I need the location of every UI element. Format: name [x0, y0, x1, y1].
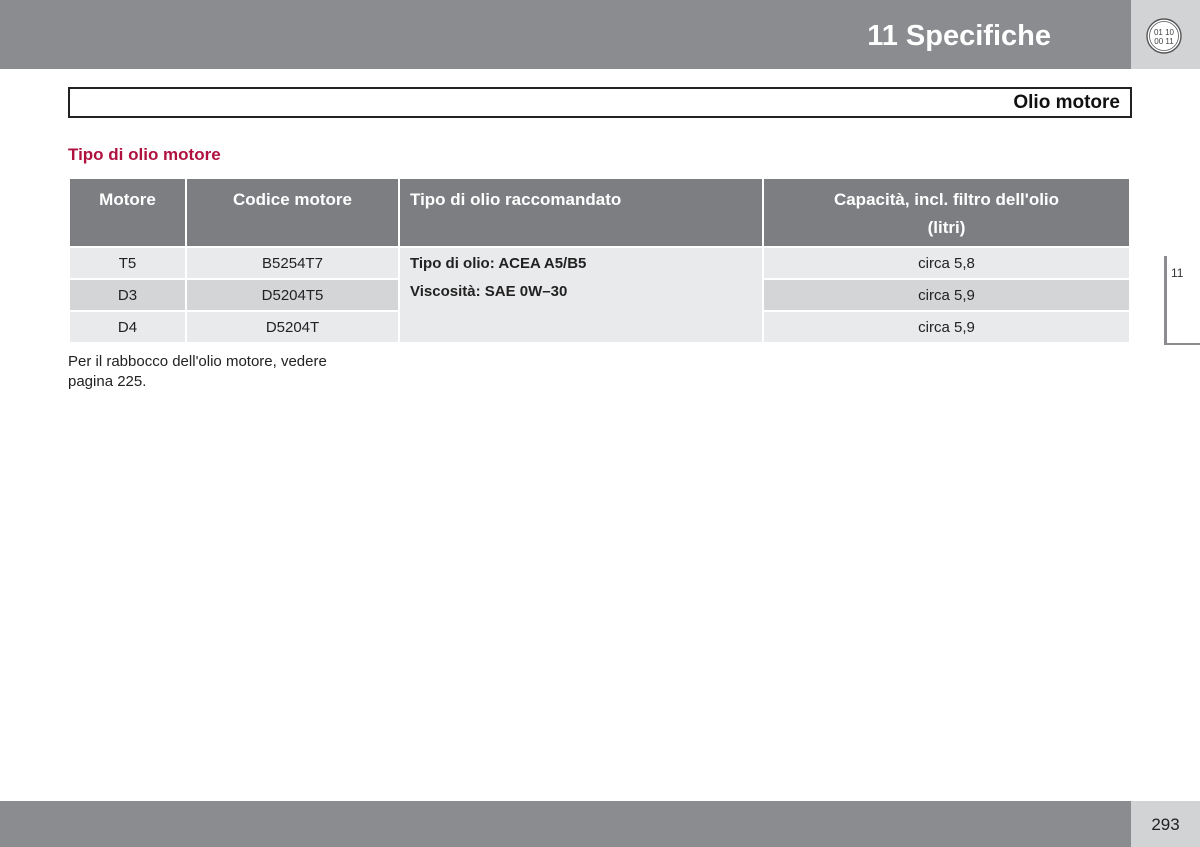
cell-motore: D3 [68, 278, 187, 312]
oil-spec-table: Motore Codice motore Tipo di olio raccom… [68, 177, 1131, 344]
cell-motore: T5 [68, 246, 187, 280]
cell-codice: D5204T [185, 310, 400, 344]
header-capacita-line2: (litri) [927, 218, 966, 237]
side-tab-label: 11 [1171, 266, 1184, 280]
cell-codice: B5254T7 [185, 246, 400, 280]
header-motore: Motore [68, 177, 187, 248]
cell-oil-type: Tipo di olio: ACEA A5/B5 Viscosità: SAE … [398, 246, 764, 344]
header-bar: 11 Specifiche [0, 0, 1131, 69]
table-row: T5 B5254T7 Tipo di olio: ACEA A5/B5 Visc… [68, 246, 1131, 344]
sub-heading: Tipo di olio motore [68, 145, 221, 164]
cell-codice: D5204T5 [185, 278, 400, 312]
cell-capacita: circa 5,8 [762, 246, 1131, 280]
badge-line-top: 01 10 [1154, 28, 1175, 37]
chapter-title: 11 Specifiche [867, 20, 1051, 52]
header-codice-motore: Codice motore [185, 177, 400, 248]
footer-bar [0, 801, 1131, 847]
cell-motore: D4 [68, 310, 187, 344]
viscosity-text: Viscosità: SAE 0W–30 [410, 283, 568, 300]
header-tipo-olio: Tipo di olio raccomandato [398, 177, 764, 248]
table-header-row: Motore Codice motore Tipo di olio raccom… [68, 177, 1131, 248]
page-number: 293 [1151, 815, 1180, 834]
header-capacita: Capacità, incl. filtro dell'olio (litri) [762, 177, 1131, 248]
cell-capacita: circa 5,9 [762, 310, 1131, 344]
section-title: Olio motore [1013, 92, 1120, 113]
cell-capacita: circa 5,9 [762, 278, 1131, 312]
header-capacita-line1: Capacità, incl. filtro dell'olio [833, 190, 1060, 209]
oil-type-text: Tipo di olio: ACEA A5/B5 [410, 255, 587, 272]
badge-line-bottom: 00 11 [1154, 37, 1174, 46]
refill-note: Per il rabbocco dell'olio motore, vedere… [68, 353, 327, 390]
chapter-index-icon: 01 10 00 11 [1146, 18, 1182, 54]
section-title-box: Olio motore [68, 87, 1132, 118]
